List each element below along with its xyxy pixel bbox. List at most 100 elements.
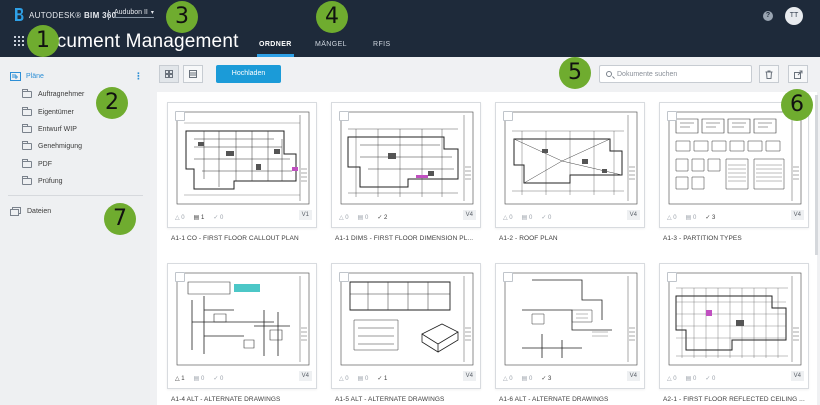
grid-view-button[interactable] — [159, 65, 179, 83]
app-switcher-icon[interactable] — [14, 36, 24, 46]
select-checkbox[interactable] — [503, 272, 513, 282]
avatar[interactable]: TT — [785, 7, 803, 25]
document-card[interactable]: △ 0 ▤ 0 ✓ 0 V4 — [659, 263, 809, 389]
product-logo: AUTODESK® BIM 360 — [29, 11, 117, 20]
export-button[interactable] — [788, 65, 808, 83]
drawing-thumbnail — [176, 272, 310, 366]
annotation-badge: 1 — [27, 25, 59, 57]
folder-icon — [22, 89, 32, 98]
document-stats: △ 0 ▤ 0 ✓ 3 — [503, 375, 551, 382]
issues-icon: △ 0 — [503, 215, 513, 221]
document-name[interactable]: A1-5 ALT - ALTERNATE DRAWINGS — [335, 396, 444, 403]
reviews-icon: ✓ 0 — [213, 376, 224, 382]
document-card[interactable]: △ 0 ▤ 0 ✓ 1 V4 — [331, 263, 481, 389]
markups-icon: ▤ 1 — [193, 215, 205, 221]
document-stats: △ 0 ▤ 0 ✓ 0 — [503, 214, 551, 221]
document-card[interactable]: △ 1 ▤ 0 ✓ 0 V4 — [167, 263, 317, 389]
drawing-thumbnail — [340, 272, 474, 366]
document-name[interactable]: A2-1 - FIRST FLOOR REFLECTED CEILING ... — [663, 396, 805, 403]
version-badge[interactable]: V4 — [790, 210, 804, 220]
reviews-icon: ✓ 0 — [213, 215, 224, 221]
drawing-thumbnail — [504, 272, 638, 366]
document-name[interactable]: A1-2 - ROOF PLAN — [499, 235, 558, 242]
document-name[interactable]: A1-1 DIMS - FIRST FLOOR DIMENSION PL... — [335, 235, 473, 242]
sidebar-item-label: Pläne — [26, 73, 44, 80]
version-badge[interactable]: V4 — [298, 371, 312, 381]
annotation-badge: 5 — [559, 57, 591, 89]
version-badge[interactable]: V1 — [298, 210, 312, 220]
annotation-badge: 2 — [96, 87, 128, 119]
folder-item[interactable]: Prüfung — [22, 176, 63, 185]
issues-icon: △ 0 — [175, 215, 185, 221]
folder-item[interactable]: Genehmigung — [22, 141, 82, 150]
drawing-thumbnail — [504, 111, 638, 205]
document-name[interactable]: A1-1 CO - FIRST FLOOR CALLOUT PLAN — [171, 235, 299, 242]
annotation-badge: 7 — [104, 203, 136, 235]
select-checkbox[interactable] — [667, 272, 677, 282]
select-checkbox[interactable] — [667, 111, 677, 121]
reviews-icon: ✓ 0 — [705, 376, 716, 382]
sidebar-item-label: Dateien — [27, 208, 52, 215]
issues-icon: △ 0 — [339, 215, 349, 221]
document-card[interactable]: △ 0 ▤ 0 ✓ 3 V4 — [495, 263, 645, 389]
select-checkbox[interactable] — [175, 111, 185, 121]
document-stats: △ 0 ▤ 0 ✓ 3 — [667, 214, 715, 221]
reviews-count: 3 — [548, 376, 552, 382]
annotation-badge: 6 — [781, 89, 813, 121]
sidebar-item-dateien[interactable]: Dateien — [10, 207, 51, 216]
search-input[interactable]: Dokumente suchen — [599, 65, 752, 83]
folder-item[interactable]: PDF — [22, 159, 52, 168]
version-badge[interactable]: V4 — [462, 371, 476, 381]
version-badge[interactable]: V4 — [790, 371, 804, 381]
version-badge[interactable]: V4 — [626, 371, 640, 381]
list-view-button[interactable] — [183, 65, 203, 83]
document-stats: △ 0 ▤ 0 ✓ 0 — [667, 375, 715, 382]
delete-button[interactable] — [759, 65, 779, 83]
document-card[interactable]: △ 0 ▤ 1 ✓ 0 V1 — [167, 102, 317, 228]
folder-icon — [22, 176, 32, 185]
markups-count: 0 — [364, 376, 369, 382]
annotation-badge: 4 — [316, 1, 348, 33]
document-stats: △ 1 ▤ 0 ✓ 0 — [175, 375, 223, 382]
reviews-count: 0 — [220, 376, 224, 382]
upload-button[interactable]: Hochladen — [216, 65, 281, 83]
issues-count: 0 — [509, 376, 513, 382]
issues-count: 0 — [181, 215, 185, 221]
markups-icon: ▤ 0 — [521, 376, 533, 382]
page-title: Document Management — [32, 31, 239, 52]
markups-count: 1 — [200, 215, 205, 221]
sidebar-item-plaene[interactable]: Pläne — [10, 72, 44, 81]
reviews-count: 2 — [384, 215, 388, 221]
select-checkbox[interactable] — [339, 272, 349, 282]
markups-icon: ▤ 0 — [357, 215, 369, 221]
folder-item[interactable]: Entwurf WIP — [22, 124, 77, 133]
help-icon[interactable]: ? — [763, 11, 773, 21]
tab-ordner[interactable]: ORDNER — [257, 41, 294, 57]
document-card[interactable]: △ 0 ▤ 0 ✓ 2 V4 — [331, 102, 481, 228]
autodesk-logo-icon — [15, 8, 24, 21]
trash-icon — [765, 70, 773, 79]
project-selector[interactable]: Audubon II ▾ — [114, 9, 154, 18]
document-name[interactable]: A1-3 - PARTITION TYPES — [663, 235, 742, 242]
folder-item[interactable]: Auftragnehmer — [22, 89, 84, 98]
select-checkbox[interactable] — [175, 272, 185, 282]
document-card[interactable]: △ 0 ▤ 0 ✓ 0 V4 — [495, 102, 645, 228]
header-divider — [108, 10, 109, 20]
markups-icon: ▤ 0 — [193, 376, 205, 382]
drawing-thumbnail — [340, 111, 474, 205]
version-badge[interactable]: V4 — [626, 210, 640, 220]
select-checkbox[interactable] — [503, 111, 513, 121]
issues-count: 0 — [509, 215, 513, 221]
document-name[interactable]: A1-4 ALT - ALTERNATE DRAWINGS — [171, 396, 280, 403]
tab-rfis[interactable]: RFIS — [373, 41, 391, 48]
content-scrollbar[interactable] — [815, 95, 818, 255]
folder-label: PDF — [38, 161, 52, 168]
tab-maengel[interactable]: MÄNGEL — [315, 41, 347, 48]
document-name[interactable]: A1-6 ALT - ALTERNATE DRAWINGS — [499, 396, 608, 403]
version-badge[interactable]: V4 — [462, 210, 476, 220]
document-card[interactable]: △ 0 ▤ 0 ✓ 3 V4 — [659, 102, 809, 228]
select-checkbox[interactable] — [339, 111, 349, 121]
drawing-thumbnail — [668, 272, 802, 366]
folder-item[interactable]: Eigentümer — [22, 107, 74, 116]
more-options-icon[interactable]: ⋮ — [134, 71, 143, 82]
